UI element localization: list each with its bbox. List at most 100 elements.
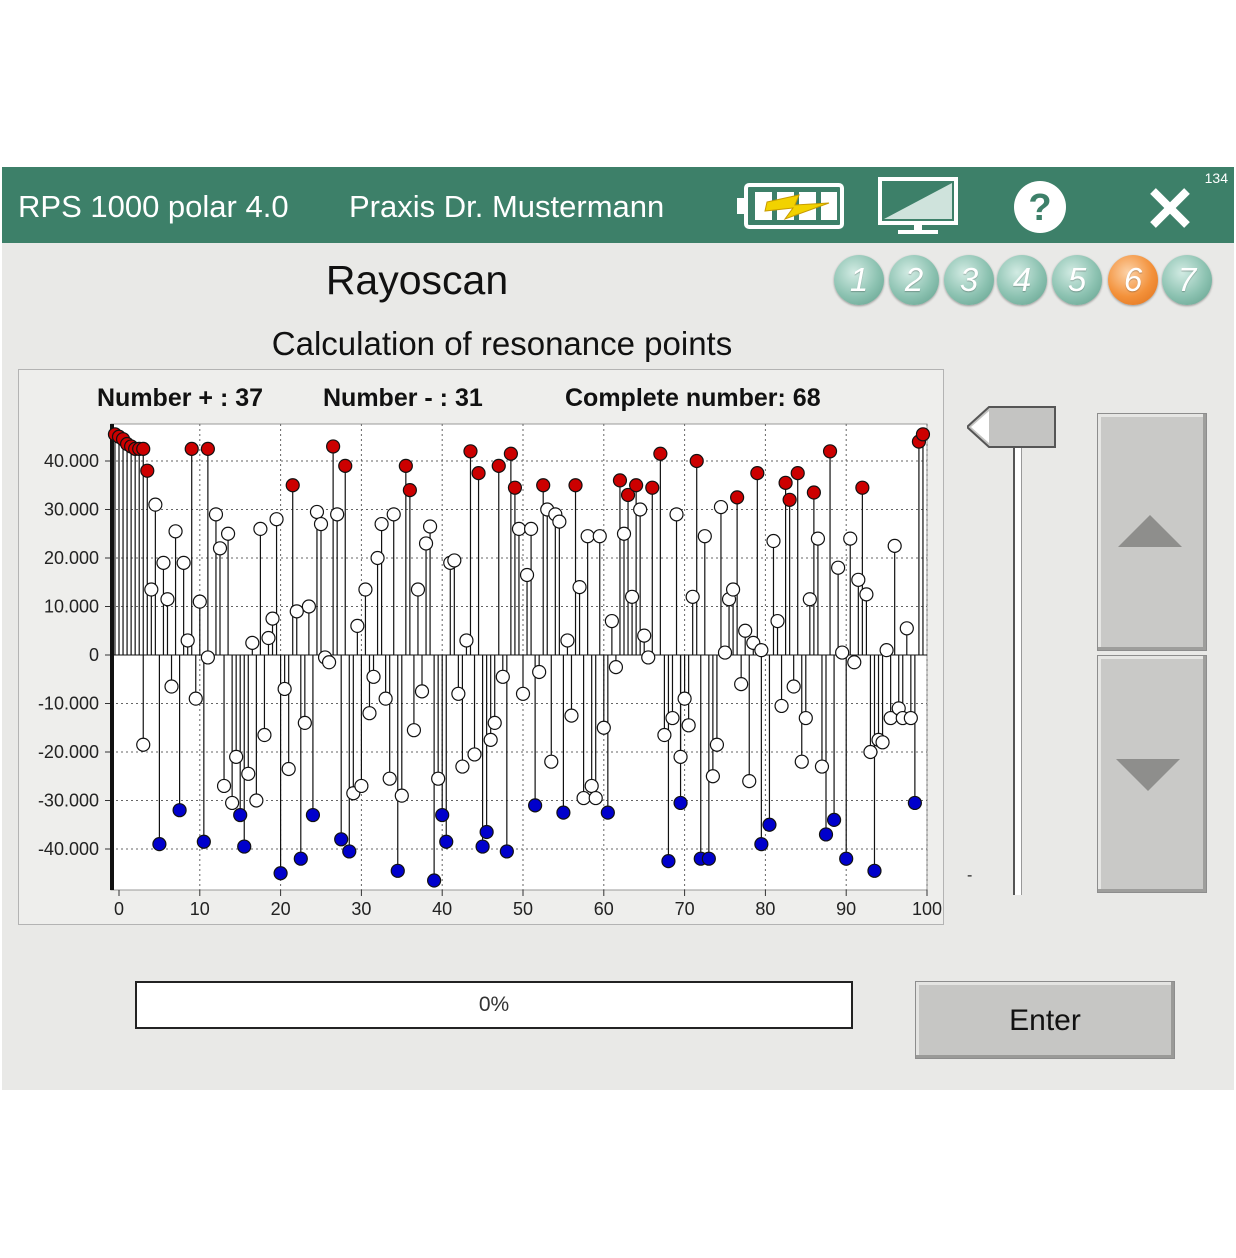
neutral-point xyxy=(289,604,304,619)
progress-bar: 0% xyxy=(135,981,853,1029)
neutral-point xyxy=(774,698,789,714)
x-tick-label: 90 xyxy=(836,899,856,919)
neutral-point xyxy=(410,582,426,597)
neutral-point xyxy=(301,599,316,614)
negative-point xyxy=(818,827,834,842)
neutral-point xyxy=(515,686,531,701)
neutral-point xyxy=(588,790,603,806)
neutral-point xyxy=(738,623,753,638)
negative-point xyxy=(233,807,248,823)
negative-point xyxy=(334,832,349,847)
neutral-point xyxy=(810,531,826,546)
positive-point xyxy=(689,453,704,469)
x-tick-label: 50 xyxy=(513,899,533,919)
neutral-point xyxy=(188,691,203,706)
negative-point xyxy=(305,807,321,823)
neutral-point xyxy=(835,645,850,660)
negative-point xyxy=(762,817,777,832)
neutral-point xyxy=(572,580,587,595)
battery-charging-icon[interactable] xyxy=(737,183,845,234)
x-tick-label: 30 xyxy=(351,899,371,919)
positive-point xyxy=(782,492,797,507)
step-1[interactable]: 1 xyxy=(834,255,884,305)
slider-track[interactable] xyxy=(1013,445,1022,895)
neutral-point xyxy=(608,660,624,675)
slider-thumb[interactable] xyxy=(965,405,1059,456)
positive-point xyxy=(730,490,745,505)
neutral-point xyxy=(350,618,365,633)
neutral-point xyxy=(241,766,256,781)
neutral-point xyxy=(216,778,232,794)
neutral-point xyxy=(859,587,874,602)
enter-button[interactable]: Enter xyxy=(915,981,1175,1059)
step-6[interactable]: 6 xyxy=(1108,255,1158,305)
positive-point xyxy=(491,458,506,473)
step-3[interactable]: 3 xyxy=(944,255,994,305)
neutral-point xyxy=(225,795,240,811)
step-2[interactable]: 2 xyxy=(889,255,939,305)
neutral-point xyxy=(164,679,179,694)
neutral-point xyxy=(899,621,914,636)
positive-point xyxy=(140,463,155,478)
neutral-point xyxy=(447,553,462,568)
neutral-point xyxy=(786,679,801,694)
step-5[interactable]: 5 xyxy=(1052,255,1102,305)
neutral-point xyxy=(330,507,345,522)
positive-point xyxy=(536,478,551,493)
negative-point xyxy=(152,837,167,852)
y-tick-label: -40.000 xyxy=(38,839,99,859)
neutral-point xyxy=(386,507,401,522)
app-name: RPS 1000 polar 4.0 xyxy=(18,189,289,224)
neutral-point xyxy=(523,521,539,536)
neutral-point xyxy=(903,710,918,726)
neutral-point xyxy=(831,560,846,575)
step-4[interactable]: 4 xyxy=(997,255,1047,305)
neutral-point xyxy=(814,759,830,774)
neutral-point xyxy=(592,529,607,544)
neutral-point xyxy=(511,521,527,536)
neutral-point xyxy=(641,650,656,665)
negative-point xyxy=(475,839,490,854)
neutral-point xyxy=(313,516,329,532)
neutral-point xyxy=(709,737,725,752)
positive-point xyxy=(503,446,518,461)
scroll-up-button[interactable] xyxy=(1097,413,1207,651)
positive-point xyxy=(398,458,413,473)
neutral-point xyxy=(519,567,535,583)
neutral-point xyxy=(560,633,575,648)
positive-point xyxy=(507,480,523,495)
display-icon[interactable] xyxy=(878,177,960,242)
neutral-point xyxy=(487,715,502,730)
app-window: RPS 1000 polar 4.0 Praxis Dr. Mustermann xyxy=(2,167,1234,1090)
positive-point xyxy=(463,444,478,459)
plot-area xyxy=(110,423,928,891)
close-icon[interactable] xyxy=(1149,187,1191,234)
neutral-point xyxy=(798,710,813,726)
neutral-point xyxy=(406,723,422,738)
positive-point xyxy=(612,473,628,488)
x-tick-label: 40 xyxy=(432,899,452,919)
negative-point xyxy=(867,863,882,878)
x-tick-label: 20 xyxy=(271,899,291,919)
negative-point xyxy=(556,805,571,820)
x-tick-label: 100 xyxy=(912,899,942,919)
svg-text:?: ? xyxy=(1028,187,1051,229)
y-tick-label: 0 xyxy=(89,645,99,665)
positive-point xyxy=(338,458,353,473)
neutral-point xyxy=(734,677,749,692)
step-7[interactable]: 7 xyxy=(1162,255,1212,305)
positive-point xyxy=(778,475,793,490)
neutral-point xyxy=(879,643,894,658)
x-tick-label: 10 xyxy=(190,899,210,919)
neutral-point xyxy=(414,684,430,699)
neutral-point xyxy=(847,655,862,670)
neutral-point xyxy=(669,507,684,522)
neutral-point xyxy=(208,507,224,522)
practice-name: Praxis Dr. Mustermann xyxy=(349,189,665,224)
help-icon[interactable]: ? xyxy=(1013,180,1067,239)
y-tick-label: -10.000 xyxy=(38,694,99,714)
scroll-down-button[interactable] xyxy=(1097,655,1207,893)
neutral-point xyxy=(770,613,785,629)
neutral-point xyxy=(269,512,284,527)
neutral-point xyxy=(851,572,866,587)
